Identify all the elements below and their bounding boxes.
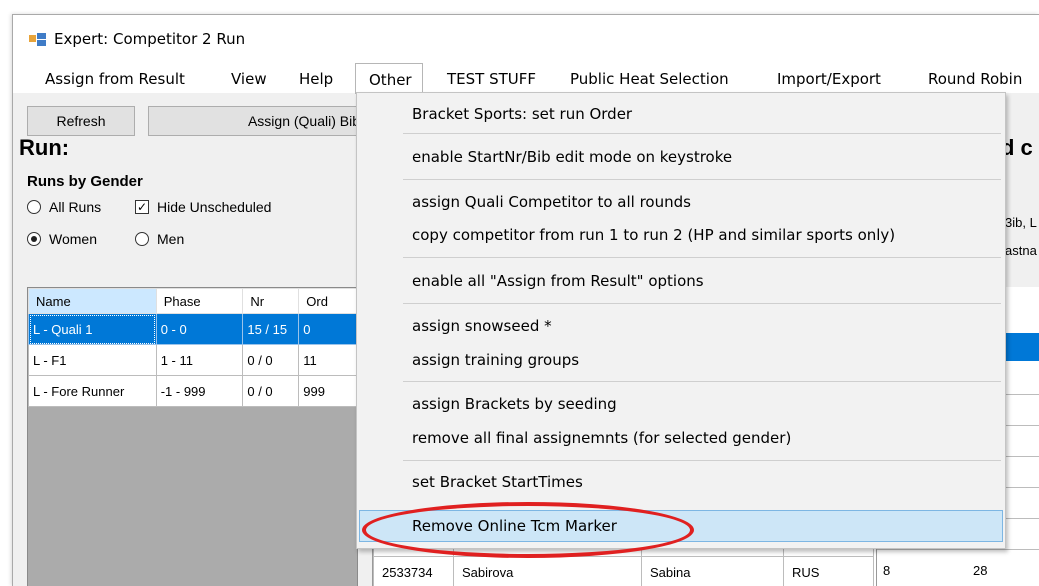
menu-import-export[interactable]: Import/Export [777,70,881,88]
table-row[interactable]: L - Quali 1 0 - 0 15 / 15 0 [28,313,357,345]
cell[interactable]: RUS [783,556,874,586]
col-header-name[interactable]: Name [28,288,157,314]
menu-separator [403,133,1001,134]
annotation-ellipse [362,502,694,558]
menu-item-remove-final-assignments[interactable]: remove all final assignemnts (for select… [412,424,791,452]
all-runs-radio[interactable]: All Runs [27,199,101,215]
women-label: Women [49,231,97,247]
menu-item-enable-startnr-edit[interactable]: enable StartNr/Bib edit mode on keystrok… [412,143,732,171]
runs-grid: Name Phase Nr Ord L - Quali 1 0 - 0 15 /… [27,287,358,586]
menu-separator [403,303,1001,304]
men-label: Men [157,231,185,247]
menu-view[interactable]: View [231,70,267,88]
runs-by-gender-title: Runs by Gender [27,173,143,190]
refresh-button-label: Refresh [56,113,106,129]
menu-separator [403,179,1001,180]
assign-bibs-button-label: Assign (Quali) Bibs [247,113,367,129]
table-row[interactable]: 2533734 Sabirova Sabina RUS [373,556,874,586]
col-header-phase[interactable]: Phase [155,288,244,314]
other-dropdown-menu: Bracket Sports: set run Order enable Sta… [356,92,1006,549]
menu-test-stuff[interactable]: TEST STUFF [447,70,536,88]
all-runs-label: All Runs [49,199,102,215]
cell[interactable]: 0 - 0 [155,313,244,345]
menu-separator [403,257,1001,258]
cell[interactable]: 0 / 0 [242,375,300,407]
radio-icon [27,200,41,214]
runs-table: Name Phase Nr Ord L - Quali 1 0 - 0 15 /… [28,288,357,407]
menu-item-bracket-run-order[interactable]: Bracket Sports: set run Order [412,100,632,128]
cell[interactable]: 15 / 15 [242,313,300,345]
cell[interactable]: Sabina [641,556,784,586]
menu-item-assign-training-groups[interactable]: assign training groups [412,346,579,374]
menu-assign-from-result[interactable]: Assign from Result [45,70,185,88]
menu-item-assign-brackets[interactable]: assign Brackets by seeding [412,390,617,418]
right-text-fragment-1: 3ib, L [1005,215,1037,230]
menu-help[interactable]: Help [299,70,333,88]
menu-item-enable-assign-options[interactable]: enable all "Assign from Result" options [412,267,704,295]
app-window: Expert: Competitor 2 Run Assign from Res… [12,14,1039,586]
women-radio[interactable]: Women [27,231,97,247]
menu-other[interactable]: Other [355,63,423,94]
table-row[interactable]: L - F1 1 - 11 0 / 0 11 [28,344,357,376]
hide-unscheduled-label: Hide Unscheduled [157,199,272,215]
cell[interactable]: 11 [298,344,357,376]
cell[interactable]: L - Fore Runner [28,375,157,407]
cell[interactable]: 2533734 [373,556,454,586]
menu-item-copy-competitor[interactable]: copy competitor from run 1 to run 2 (HP … [412,221,895,249]
assign-bibs-button[interactable]: Assign (Quali) Bibs [148,106,378,136]
title-bar: Expert: Competitor 2 Run [13,15,1039,63]
rank-cell: 8 [883,563,891,578]
menu-item-set-bracket-starttimes[interactable]: set Bracket StartTimes [412,468,583,496]
menu-round-robin[interactable]: Round Robin [928,70,1022,88]
hide-unscheduled-checkbox[interactable]: ✓ Hide Unscheduled [135,199,271,215]
radio-selected-icon [27,232,41,246]
col-header-nr[interactable]: Nr [242,288,300,314]
run-heading: Run: [19,135,70,160]
table-row[interactable]: L - Fore Runner -1 - 999 0 / 0 999 [28,375,357,407]
refresh-button[interactable]: Refresh [27,106,135,136]
value-cell: 28 [973,563,988,578]
checkbox-icon: ✓ [135,200,149,214]
cell[interactable]: 999 [298,375,357,407]
right-text-fragment-2: astna [1005,243,1037,258]
window-title: Expert: Competitor 2 Run [54,30,246,48]
col-header-ord[interactable]: Ord [298,288,357,314]
cell[interactable]: Sabirova [453,556,642,586]
cell[interactable]: L - F1 [28,344,157,376]
menu-separator [403,381,1001,382]
cell[interactable]: 0 / 0 [242,344,300,376]
menu-separator [403,460,1001,461]
men-radio[interactable]: Men [135,231,184,247]
menu-item-assign-snowseed[interactable]: assign snowseed * [412,312,552,340]
radio-icon [135,232,149,246]
cell[interactable]: -1 - 999 [155,375,244,407]
menu-public-heat-selection[interactable]: Public Heat Selection [570,70,729,88]
cell[interactable]: 0 [298,313,357,345]
app-icon [29,33,47,47]
menu-bar: Assign from Result View Help Other TEST … [13,63,1039,94]
menu-item-assign-quali-competitor[interactable]: assign Quali Competitor to all rounds [412,188,691,216]
cell[interactable]: L - Quali 1 [28,313,157,345]
cell[interactable]: 1 - 11 [155,344,244,376]
